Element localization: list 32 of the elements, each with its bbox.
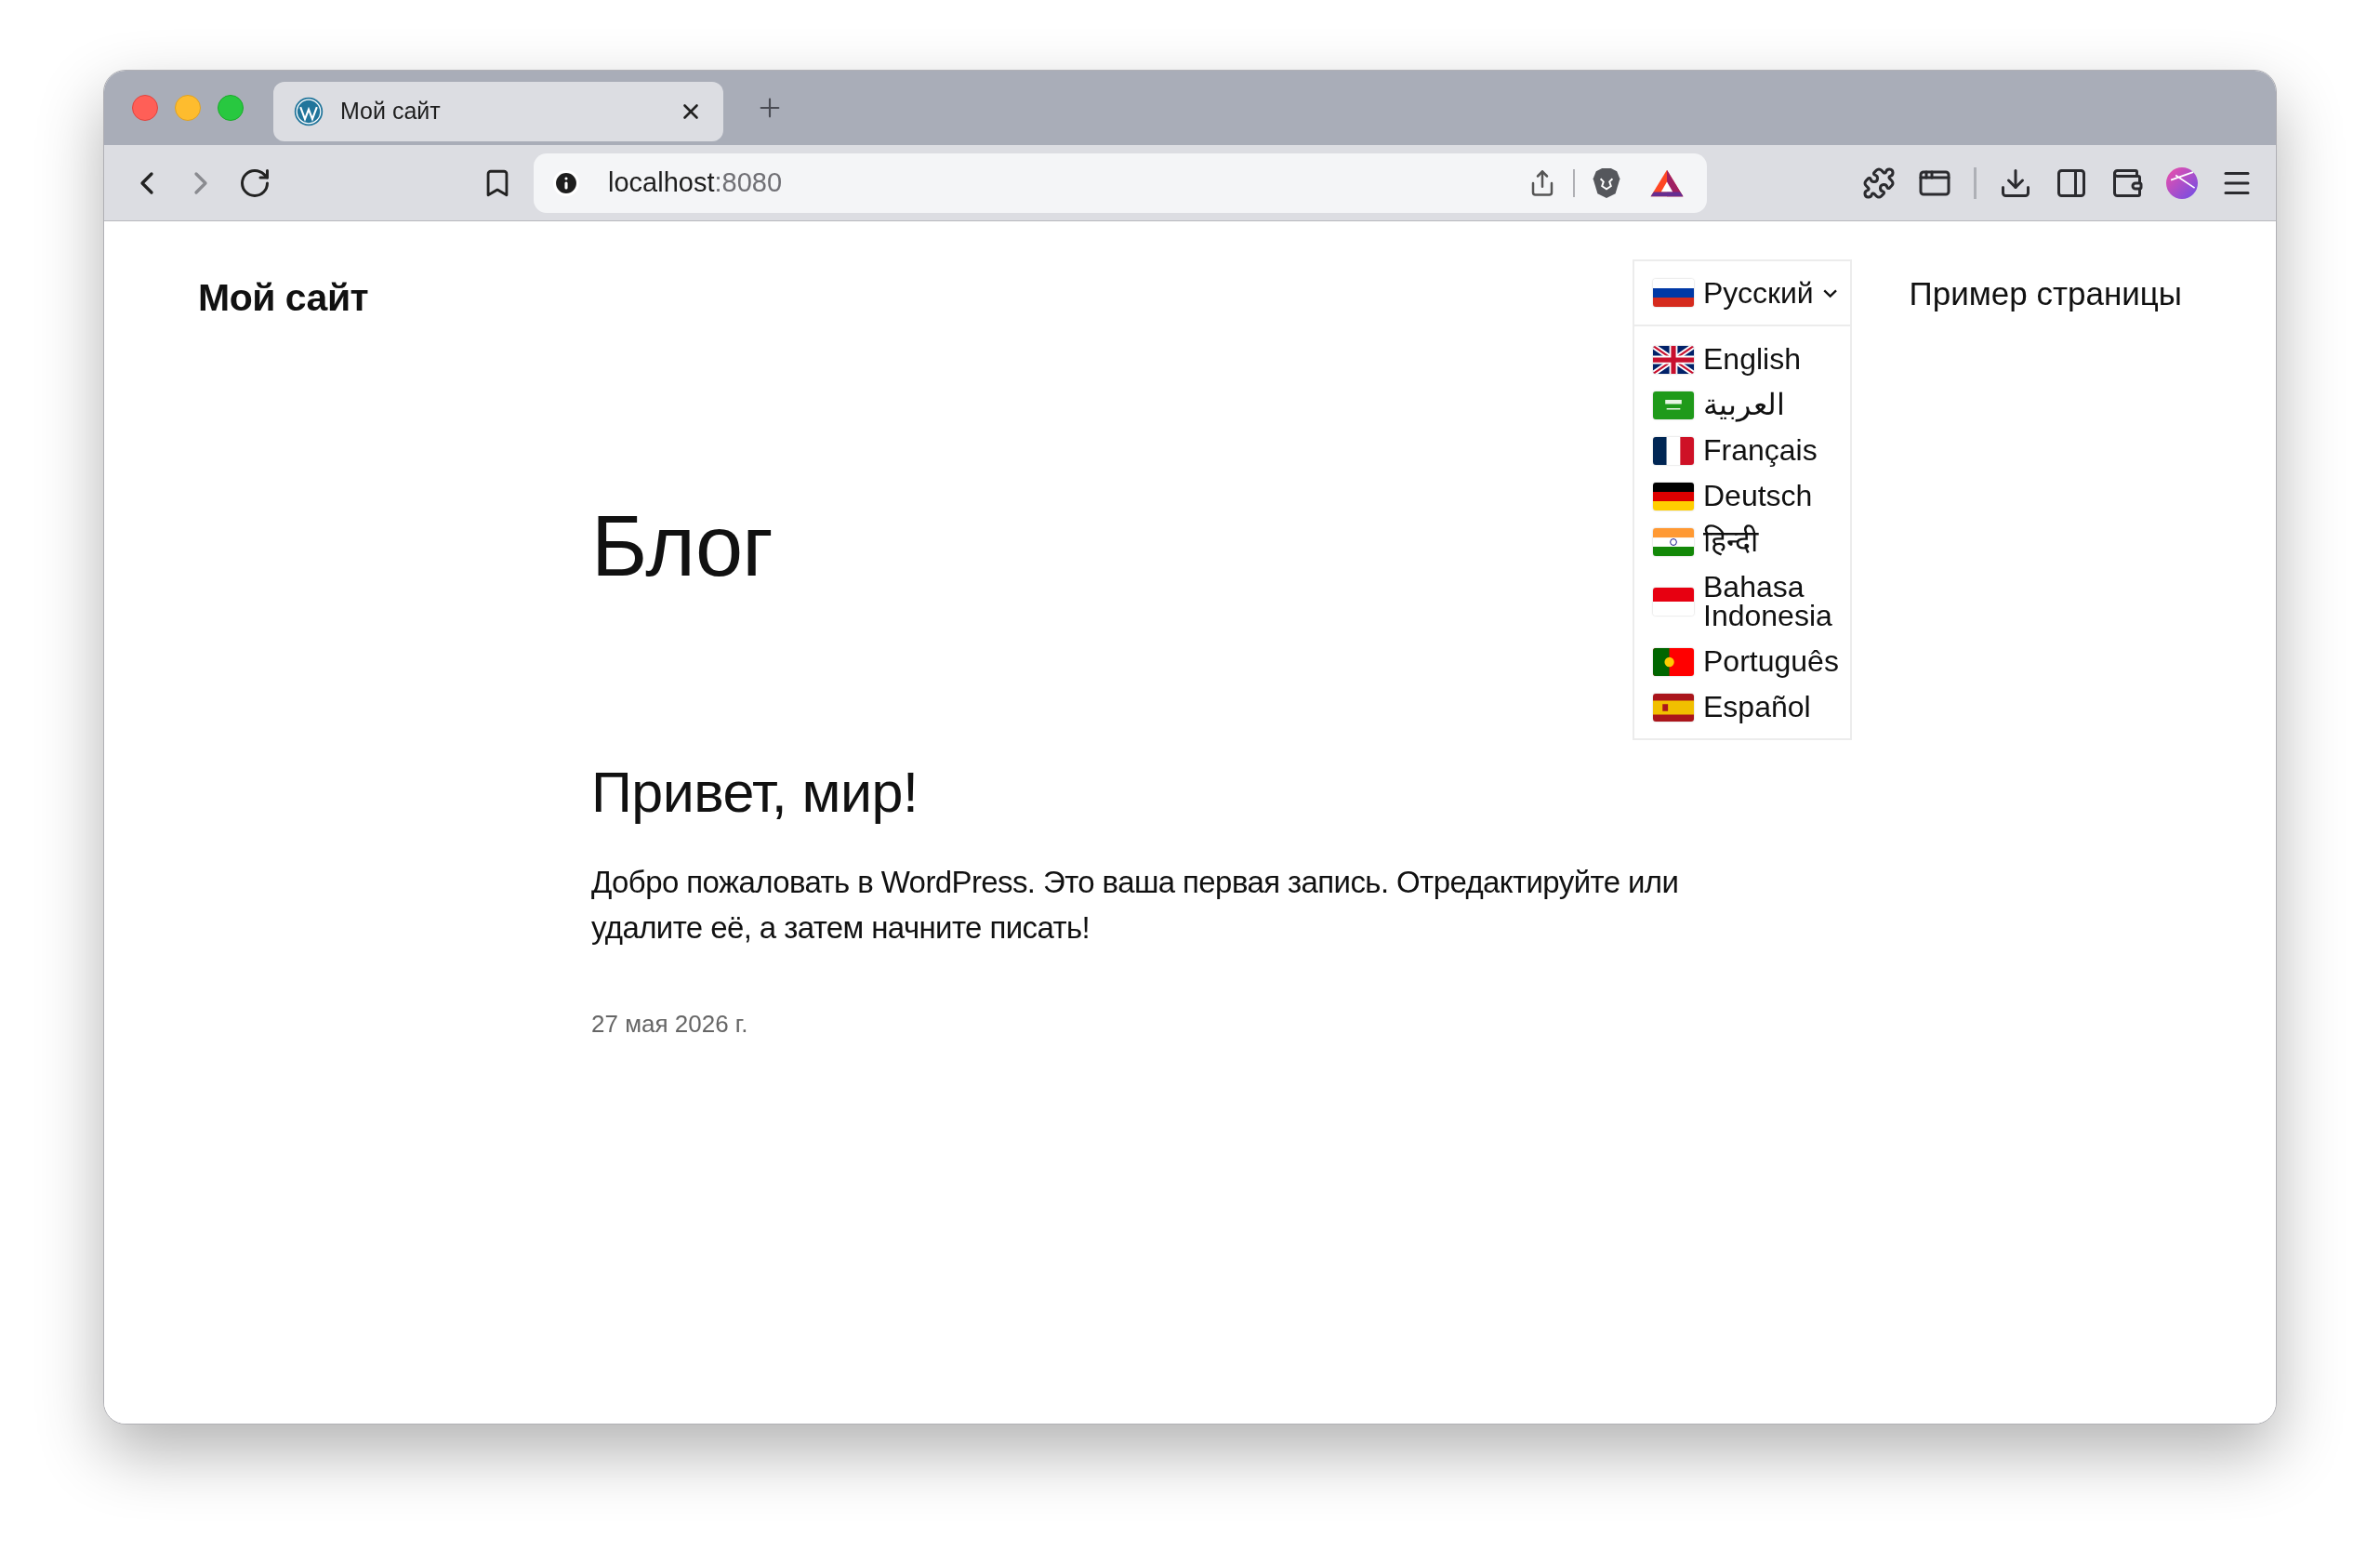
flag-icon bbox=[1653, 693, 1694, 722]
language-option[interactable]: Deutsch bbox=[1703, 482, 1843, 510]
site-title[interactable]: Мой сайт bbox=[198, 270, 369, 327]
language-option[interactable]: English bbox=[1703, 345, 1843, 374]
language-option[interactable]: Español bbox=[1703, 693, 1843, 722]
tab-title: Мой сайт bbox=[340, 97, 442, 126]
post-excerpt: Добро пожаловать в WordPress. Это ваша первая запись. Отредактируйте или удалите её, а затем начните писать! bbox=[591, 863, 1680, 947]
profile-avatar-icon[interactable] bbox=[2166, 166, 2198, 199]
extensions-icon[interactable] bbox=[1862, 166, 1896, 200]
language-option[interactable]: Français bbox=[1703, 436, 1843, 465]
language-option[interactable]: Português bbox=[1703, 647, 1843, 676]
language-option[interactable]: Bahasa Indonesia bbox=[1703, 573, 1843, 630]
info-icon bbox=[552, 168, 580, 197]
wordpress-logo-icon bbox=[294, 97, 324, 126]
post-date: 27 мая 2026 г. bbox=[591, 1008, 749, 1040]
flag-icon bbox=[1653, 345, 1694, 374]
nav-link[interactable]: Пример страницы bbox=[1909, 270, 2182, 319]
flag-icon bbox=[1653, 279, 1694, 307]
language-dropdown[interactable]: Русский bbox=[1634, 261, 1850, 326]
flag-icon bbox=[1653, 482, 1694, 510]
flag-icon bbox=[1653, 527, 1694, 556]
lion-shield-icon[interactable] bbox=[1592, 166, 1621, 200]
browser-tab[interactable]: Мой сайт bbox=[273, 82, 723, 141]
flag-icon bbox=[1653, 647, 1694, 676]
page-title: Блог bbox=[591, 498, 774, 593]
url-host: localhost bbox=[608, 166, 715, 197]
flag-icon bbox=[1653, 588, 1694, 616]
address-bar[interactable]: localhost:8080 bbox=[534, 152, 1707, 213]
post-title[interactable]: Привет, мир! bbox=[591, 758, 1536, 827]
url-port: :8080 bbox=[714, 166, 783, 197]
flag-icon bbox=[1653, 436, 1694, 465]
flag-icon bbox=[1653, 391, 1694, 419]
